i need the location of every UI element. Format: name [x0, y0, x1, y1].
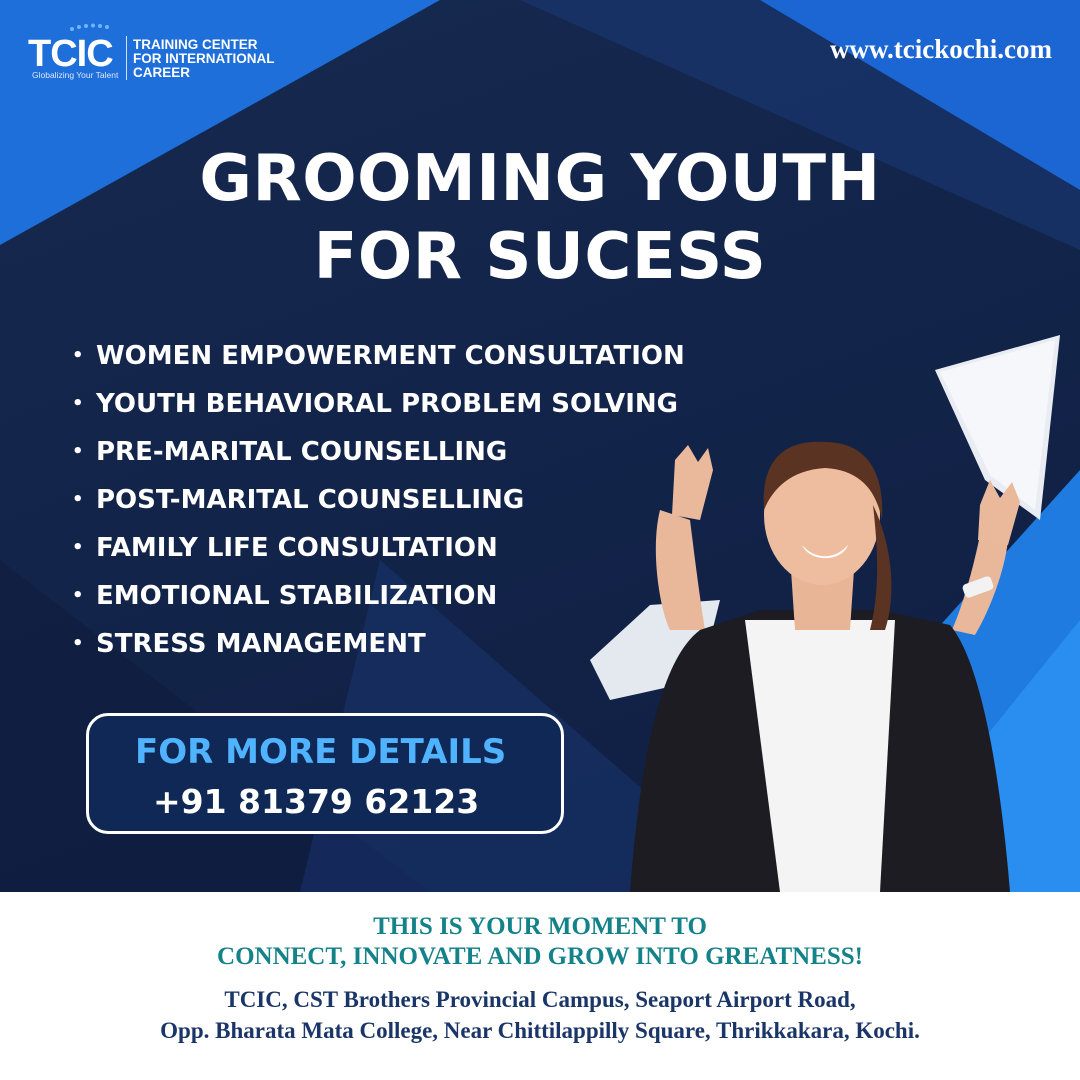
address-line: Opp. Bharata Mata College, Near Chittila… — [160, 1018, 920, 1043]
footer-address: TCIC, CST Brothers Provincial Campus, Se… — [0, 984, 1080, 1046]
bullet-icon: • — [72, 537, 84, 558]
logo-name-line: FOR INTERNATIONAL — [133, 51, 275, 66]
bullet-icon: • — [72, 633, 84, 654]
contact-phone[interactable]: +91 81379 62123 — [153, 782, 479, 821]
contact-title: FOR MORE DETAILS — [135, 732, 507, 772]
contact-box[interactable]: FOR MORE DETAILS +91 81379 62123 — [86, 713, 564, 834]
hero-section: TCIC Globalizing Your Talent TRAINING CE… — [0, 0, 1080, 892]
service-label: EMOTIONAL STABILIZATION — [96, 581, 498, 611]
footer: THIS IS YOUR MOMENT TO CONNECT, INNOVATE… — [0, 892, 1080, 1080]
logo-tagline: Globalizing Your Talent — [32, 70, 119, 80]
website-link[interactable]: www.tcickochi.com — [830, 34, 1052, 65]
logo-name-line: CAREER — [133, 65, 191, 80]
logo-wordmark: TCIC — [28, 33, 114, 75]
headline-line: GROOMING YOUTH — [199, 142, 881, 216]
logo-divider — [126, 36, 127, 80]
logo-name-line: TRAINING CENTER — [133, 37, 258, 52]
service-label: STRESS MANAGEMENT — [96, 629, 426, 659]
logo-mark: TCIC Globalizing Your Talent — [28, 22, 120, 80]
address-line: TCIC, CST Brothers Provincial Campus, Se… — [224, 987, 856, 1012]
bullet-icon: • — [72, 489, 84, 510]
poster: TCIC Globalizing Your Talent TRAINING CE… — [0, 0, 1080, 1080]
service-label: PRE-MARITAL COUNSELLING — [96, 437, 508, 467]
bullet-icon: • — [72, 441, 84, 462]
logo-dots-icon — [70, 23, 109, 31]
celebrating-woman-photo — [590, 335, 1060, 892]
bullet-icon: • — [72, 585, 84, 606]
headline-line: FOR SUCESS — [313, 220, 767, 294]
service-label: FAMILY LIFE CONSULTATION — [96, 533, 498, 563]
headline: GROOMING YOUTH FOR SUCESS — [150, 140, 930, 296]
bullet-icon: • — [72, 345, 84, 366]
tcic-logo[interactable]: TCIC Globalizing Your Talent TRAINING CE… — [28, 22, 275, 80]
service-label: POST-MARITAL COUNSELLING — [96, 485, 525, 515]
footer-tagline: THIS IS YOUR MOMENT TO CONNECT, INNOVATE… — [0, 912, 1080, 972]
tagline-line: THIS IS YOUR MOMENT TO — [373, 913, 707, 940]
bullet-icon: • — [72, 393, 84, 414]
tagline-line: CONNECT, INNOVATE AND GROW INTO GREATNES… — [217, 943, 863, 970]
logo-name: TRAINING CENTER FOR INTERNATIONAL CAREER — [133, 38, 275, 80]
